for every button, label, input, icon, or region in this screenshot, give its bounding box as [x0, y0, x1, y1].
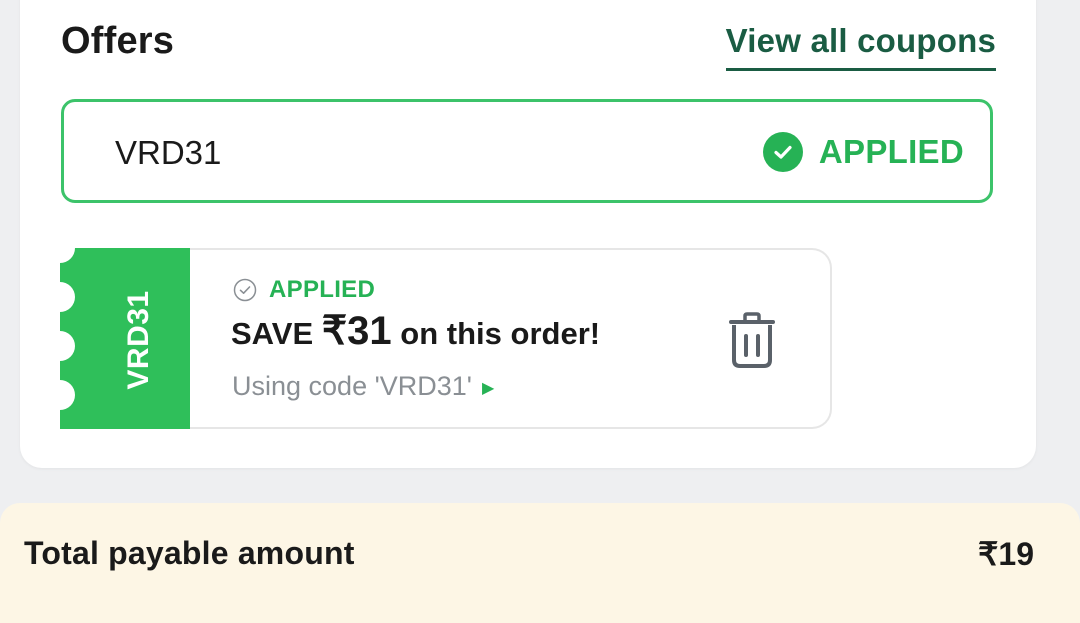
- save-prefix: SAVE: [231, 316, 322, 351]
- coupon-stub-code: VRD31: [122, 290, 155, 390]
- save-amount: ₹31: [321, 309, 392, 353]
- remove-coupon-button[interactable]: [726, 312, 778, 373]
- using-code-text: Using code 'VRD31': [232, 371, 472, 401]
- save-suffix: on this order!: [391, 316, 601, 351]
- trash-icon: [729, 312, 775, 368]
- check-circle-icon: [762, 132, 803, 172]
- view-all-coupons-link[interactable]: View all coupons: [725, 22, 996, 71]
- coupon-card-status: APPLIED: [233, 276, 375, 304]
- offers-heading: Offers: [61, 20, 175, 62]
- play-arrow-icon: ▶: [481, 380, 495, 397]
- save-message: SAVE ₹31 on this order!: [231, 308, 600, 354]
- check-outline-icon: [233, 278, 257, 302]
- coupon-applied-status: APPLIED: [762, 132, 964, 172]
- total-payable-amount: ₹19: [978, 536, 1034, 572]
- coupon-input-value[interactable]: VRD31: [115, 134, 221, 172]
- using-code-link[interactable]: Using code 'VRD31' ▶: [232, 371, 494, 402]
- total-payable-label: Total payable amount: [24, 535, 355, 571]
- applied-label: APPLIED: [818, 133, 964, 170]
- coupon-card-applied-label: APPLIED: [269, 276, 376, 303]
- coupon-input-field[interactable]: VRD31 APPLIED: [61, 99, 993, 203]
